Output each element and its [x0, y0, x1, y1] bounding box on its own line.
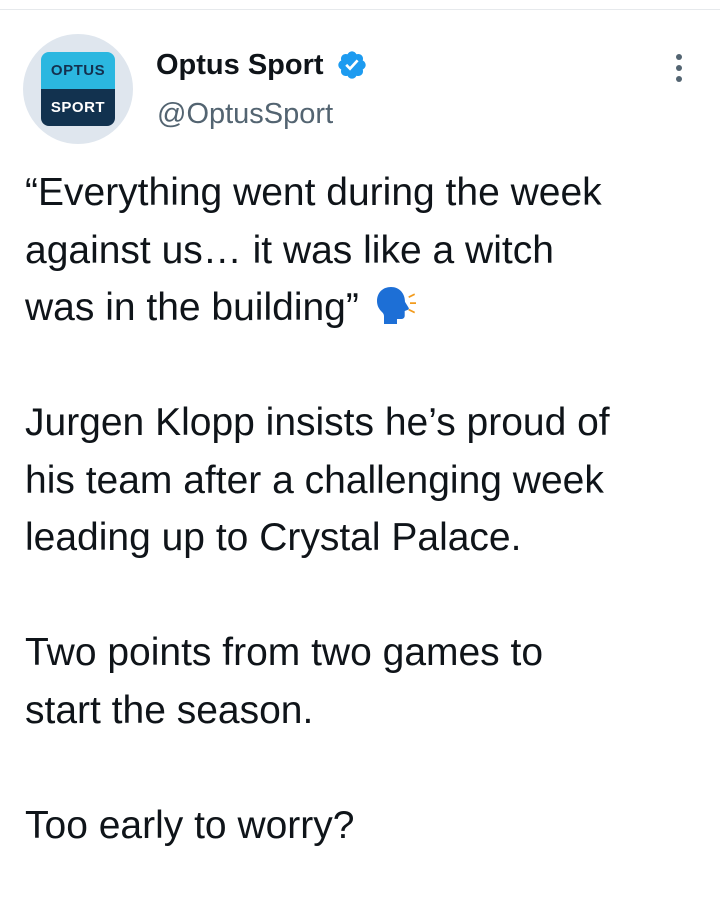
optus-sport-logo: OPTUS SPORT — [41, 52, 115, 126]
tweet-text: “Everything went during the week against… — [25, 164, 705, 854]
tweet-line: start the season. — [25, 688, 314, 732]
top-divider — [0, 9, 720, 10]
tweet-line: against us… it was like a witch — [25, 228, 554, 272]
tweet-line: “Everything went during the week — [25, 171, 602, 214]
logo-sport-text: SPORT — [41, 89, 115, 126]
display-name[interactable]: Optus Sport — [156, 45, 324, 85]
verified-badge-icon — [338, 51, 366, 79]
tweet-line: Jurgen Klopp insists he’s proud of — [25, 401, 610, 444]
more-dot — [676, 54, 682, 60]
tweet-line-text: was in the building” — [25, 286, 359, 329]
tweet-line: was in the building” — [25, 279, 705, 337]
more-options-icon[interactable] — [666, 48, 692, 88]
more-dot — [676, 76, 682, 82]
logo-optus-text: OPTUS — [41, 52, 115, 89]
tweet-line: his team after a challenging week — [25, 458, 604, 502]
speaking-head-icon — [376, 287, 416, 324]
tweet-line: leading up to Crystal Palace. — [25, 516, 522, 559]
tweet-line: Two points from two games to — [25, 631, 544, 674]
more-dot — [676, 65, 682, 71]
handle[interactable]: @OptusSport — [157, 94, 333, 134]
tweet-line: Too early to worry? — [25, 803, 355, 847]
avatar[interactable]: OPTUS SPORT — [23, 34, 133, 144]
